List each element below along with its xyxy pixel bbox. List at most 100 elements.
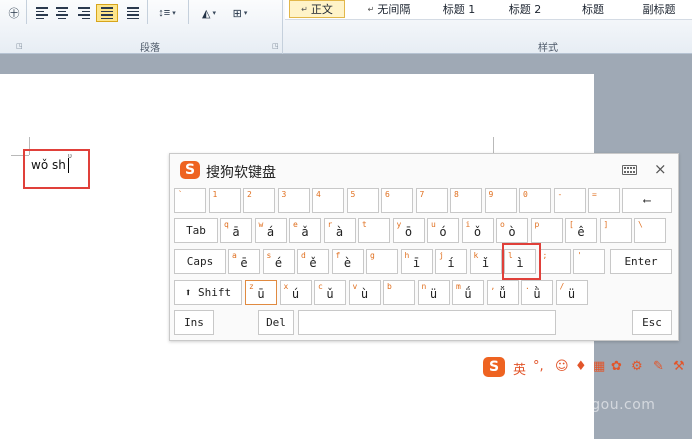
font-dialog-launcher-icon[interactable]: ◳	[16, 42, 23, 50]
key-=[interactable]: =	[588, 188, 620, 213]
key-semicolon[interactable]: ;	[538, 249, 571, 274]
key-i[interactable]: iǒ	[461, 218, 494, 243]
skin-icon[interactable]: ✿	[611, 359, 622, 374]
style-heading-2[interactable]: 标题 2	[497, 0, 553, 18]
key-m[interactable]: mǘ	[452, 280, 484, 305]
key-letter: 4	[316, 190, 321, 199]
ins-key[interactable]: Ins	[174, 310, 214, 335]
key-g[interactable]: g	[366, 249, 398, 274]
key-a[interactable]: aē	[228, 249, 260, 274]
key-letter: b	[387, 282, 392, 291]
key-9[interactable]: 9	[484, 188, 517, 213]
key-label: Ins	[184, 316, 204, 329]
key-char: ī	[412, 256, 421, 270]
key-backslash[interactable]: \	[634, 218, 666, 243]
style-label: 副标题	[642, 3, 676, 16]
key--[interactable]: -	[553, 188, 586, 213]
key-comma[interactable]: ,ǚ	[486, 280, 519, 305]
del-key[interactable]: Del	[258, 310, 294, 335]
key-b[interactable]: b	[383, 280, 415, 305]
style-heading-1[interactable]: 标题 1	[431, 0, 487, 18]
key-letter: 0	[523, 190, 528, 199]
key-][interactable]: ]	[599, 218, 632, 243]
key-1[interactable]: 1	[208, 188, 241, 213]
key-j[interactable]: jí	[435, 249, 467, 274]
shift-key[interactable]: ⬆ Shift	[174, 280, 242, 305]
key-z[interactable]: zū	[245, 280, 277, 305]
chinese-mode-icon[interactable]: 英	[513, 359, 526, 378]
key-char: ā	[232, 225, 240, 239]
close-icon[interactable]: ×	[654, 160, 667, 178]
sogou-tray-logo-icon[interactable]: S	[483, 357, 505, 377]
esc-key[interactable]: Esc	[632, 310, 672, 335]
align-center-icon[interactable]	[54, 4, 70, 22]
toolbox-icon[interactable]: ⚙	[631, 359, 643, 374]
key-s[interactable]: sé	[262, 249, 295, 274]
key-slash[interactable]: / ü	[555, 280, 588, 305]
space-key[interactable]	[298, 310, 556, 335]
key-w[interactable]: wá	[254, 218, 287, 243]
key-quote[interactable]: '	[573, 249, 605, 274]
enter-key[interactable]: Enter	[610, 249, 672, 274]
key-e[interactable]: eǎ	[289, 218, 321, 243]
distributed-align-icon[interactable]	[124, 4, 142, 22]
key-0[interactable]: 0	[519, 188, 551, 213]
key-5[interactable]: 5	[346, 188, 379, 213]
key-f[interactable]: fè	[331, 249, 364, 274]
key-char: ǐ	[481, 256, 490, 270]
justify-icon[interactable]	[96, 4, 118, 22]
key-p[interactable]: p	[530, 218, 563, 243]
key-x[interactable]: xú	[279, 280, 312, 305]
caps-key[interactable]: Caps	[174, 249, 226, 274]
line-spacing-icon[interactable]: ↕≡ ▾	[152, 4, 182, 22]
paragraph-dialog-launcher-icon[interactable]: ◳	[272, 42, 279, 50]
key-u[interactable]: uó	[427, 218, 459, 243]
key-4[interactable]: 4	[312, 188, 344, 213]
key-c[interactable]: cǔ	[314, 280, 346, 305]
align-left-icon[interactable]	[34, 4, 50, 22]
key-char: ō	[404, 225, 413, 239]
key-label: ⬆ Shift	[184, 286, 232, 299]
punctuation-icon[interactable]: °,	[533, 359, 544, 374]
keyboard-icon[interactable]	[622, 165, 637, 175]
key-period[interactable]: .ǜ	[521, 280, 553, 305]
key-n[interactable]: nü	[417, 280, 450, 305]
key-v[interactable]: vù	[348, 280, 381, 305]
emoji-icon[interactable]: ☺	[555, 359, 569, 374]
key-o[interactable]: oò	[496, 218, 528, 243]
style-normal[interactable]: ↵ 正文	[289, 0, 345, 18]
backspace-key[interactable]: ⟵	[622, 188, 672, 213]
soft-keyboard-tray-icon[interactable]: ▦	[593, 359, 605, 374]
enclose-char-icon[interactable]: ㊉	[6, 4, 22, 22]
style-no-spacing[interactable]: ↵ 无间隔	[357, 0, 421, 18]
key-d[interactable]: dě	[297, 249, 329, 274]
borders-icon[interactable]: ⊞ ▾	[226, 4, 254, 22]
key-h[interactable]: hī	[400, 249, 433, 274]
sogou-logo-icon: S	[180, 161, 200, 179]
key-y[interactable]: yō	[392, 218, 425, 243]
align-right-icon[interactable]	[76, 4, 92, 22]
wrench-icon[interactable]: ⚒	[673, 359, 685, 374]
key-[[interactable]: [ê	[565, 218, 597, 243]
style-title[interactable]: 标题	[565, 0, 621, 18]
key-letter: 9	[488, 190, 494, 199]
style-label: 正文	[310, 3, 333, 16]
key-8[interactable]: 8	[450, 188, 482, 213]
key-char: ǔ	[326, 287, 334, 301]
key-r[interactable]: rà	[323, 218, 356, 243]
key-3[interactable]: 3	[277, 188, 310, 213]
tab-key[interactable]: Tab	[174, 218, 218, 243]
style-subtitle[interactable]: 副标题	[631, 0, 687, 18]
key-t[interactable]: t	[358, 218, 390, 243]
key-k[interactable]: kǐ	[469, 249, 502, 274]
key-6[interactable]: 6	[381, 188, 413, 213]
key-backtick[interactable]: `	[174, 188, 206, 213]
key-7[interactable]: 7	[415, 188, 448, 213]
ribbon-separator	[147, 0, 148, 24]
shading-icon[interactable]: ◭ ▾	[194, 4, 224, 22]
soft-keyboard-titlebar[interactable]: S 搜狗软键盘 ×	[170, 154, 678, 184]
settings-icon[interactable]: ✎	[653, 359, 664, 374]
key-2[interactable]: 2	[243, 188, 275, 213]
voice-icon[interactable]: ♦	[575, 359, 587, 374]
key-q[interactable]: qā	[220, 218, 252, 243]
